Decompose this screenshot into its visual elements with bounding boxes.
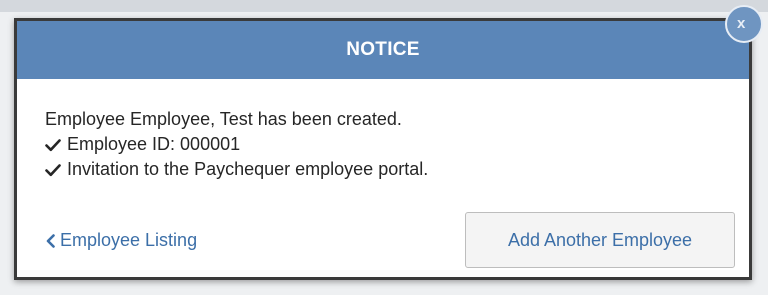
employee-listing-label: Employee Listing xyxy=(60,230,198,250)
close-button[interactable]: x xyxy=(725,5,763,43)
checkmark-icon xyxy=(45,163,61,176)
employee-listing-link[interactable]: Employee Listing xyxy=(45,230,197,251)
add-another-employee-button[interactable]: Add Another Employee xyxy=(465,212,735,268)
checkmark-icon xyxy=(45,138,61,151)
created-message: Employee Employee, Test has been created… xyxy=(45,107,749,132)
dialog-body: Employee Employee, Test has been created… xyxy=(17,79,749,182)
close-icon: x xyxy=(737,15,746,32)
created-message-text: Employee Employee, Test has been created… xyxy=(45,109,402,129)
dialog-title: NOTICE xyxy=(346,39,420,60)
employee-id-text: Employee ID: 000001 xyxy=(67,134,241,154)
chevron-left-icon xyxy=(46,233,55,248)
dialog-footer: Employee Listing Add Another Employee xyxy=(17,197,749,277)
list-item: Invitation to the Paychequer employee po… xyxy=(45,157,749,182)
dialog-header: NOTICE x xyxy=(17,5,763,79)
list-item: Employee ID: 000001 xyxy=(45,132,749,157)
invitation-text: Invitation to the Paychequer employee po… xyxy=(67,159,429,179)
notice-dialog: NOTICE x Employee Employee, Test has bee… xyxy=(14,5,763,280)
